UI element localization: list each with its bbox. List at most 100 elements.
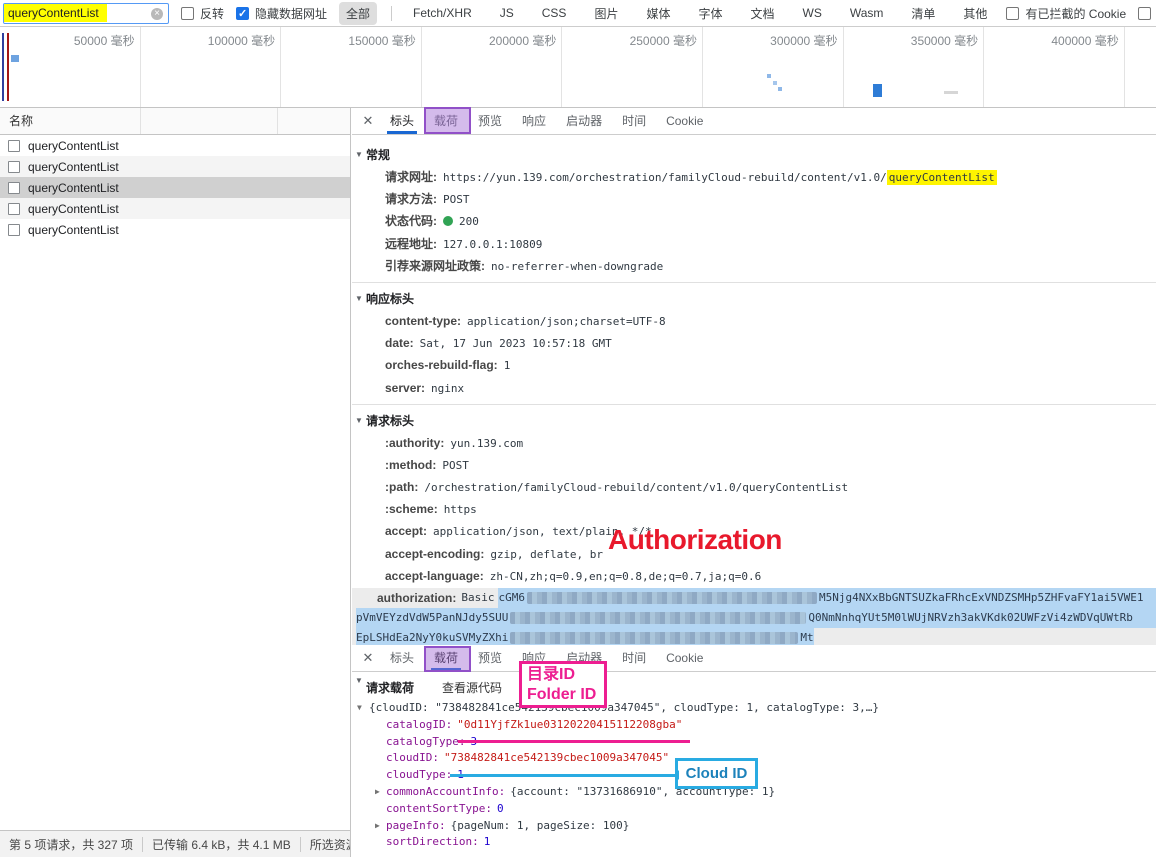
clear-filter-icon[interactable] bbox=[151, 8, 163, 20]
request-header-row: :scheme:https bbox=[352, 498, 1156, 520]
request-activity-mark bbox=[767, 74, 771, 78]
filter-wasm[interactable]: Wasm bbox=[843, 3, 891, 23]
timeline-tick: 400000 毫秒 bbox=[984, 27, 1125, 107]
column-divider bbox=[140, 108, 141, 134]
name-column-header[interactable]: 名称 bbox=[0, 108, 350, 135]
annotation-folder-id-box: 目录ID Folder ID bbox=[519, 661, 607, 708]
checkbox-icon[interactable] bbox=[8, 203, 20, 215]
timeline-filler bbox=[1125, 27, 1156, 107]
filter-css[interactable]: CSS bbox=[535, 3, 574, 23]
json-entry-catalogid: catalogID:"0d11YjfZk1ue03120220415112208… bbox=[352, 717, 1156, 734]
hide-data-urls-checkbox[interactable]: 隐藏数据网址 bbox=[236, 5, 327, 22]
filter-other[interactable]: 其他 bbox=[956, 2, 994, 25]
section-general[interactable]: 常规 bbox=[352, 144, 1156, 166]
json-entry-sortdirection: sortDirection:1 bbox=[352, 834, 1156, 851]
timeline-tick: 150000 毫秒 bbox=[281, 27, 422, 107]
filter-font[interactable]: 字体 bbox=[691, 2, 729, 25]
network-status-bar: 第 5 项请求，共 327 项 已传输 6.4 kB，共 4.1 MB 所选资源 bbox=[0, 830, 351, 857]
close-icon[interactable] bbox=[358, 113, 378, 129]
invert-checkbox[interactable]: 反转 bbox=[181, 5, 224, 22]
divider bbox=[391, 6, 392, 21]
filter-doc[interactable]: 文档 bbox=[743, 2, 781, 25]
filter-all[interactable]: 全部 bbox=[339, 2, 377, 25]
request-row[interactable]: queryContentList bbox=[0, 135, 350, 156]
request-activity-mark bbox=[944, 91, 958, 94]
annotation-authorization-label: Authorization bbox=[608, 524, 782, 556]
request-row[interactable]: queryContentList bbox=[0, 156, 350, 177]
filter-fetch-xhr[interactable]: Fetch/XHR bbox=[406, 3, 479, 23]
response-header-row: date:Sat, 17 Jun 2023 10:57:18 GMT bbox=[352, 332, 1156, 354]
filter-media[interactable]: 媒体 bbox=[639, 2, 677, 25]
selected-auth-text: pVmVEYzdVdW5PanNJdy5SUU Q0NmNnhqYUt5M0lW… bbox=[356, 608, 1156, 628]
tab-preview[interactable]: 预览 bbox=[468, 645, 512, 671]
network-filter-input[interactable]: queryContentList bbox=[3, 3, 169, 24]
tab-preview[interactable]: 预览 bbox=[468, 108, 512, 134]
request-row[interactable]: queryContentList bbox=[0, 219, 350, 240]
headers-pane: 常规 请求网址:https://yun.139.com/orchestratio… bbox=[352, 135, 1156, 645]
checkbox-icon bbox=[181, 7, 194, 20]
resource-type-filters: 全部 Fetch/XHR JS CSS 图片 媒体 字体 文档 WS Wasm … bbox=[339, 2, 994, 25]
tab-headers[interactable]: 标头 bbox=[380, 645, 424, 671]
triangle-right-icon bbox=[375, 818, 380, 835]
column-divider bbox=[277, 108, 278, 134]
tab-initiator[interactable]: 启动器 bbox=[556, 108, 612, 134]
blocked-requests-checkbox[interactable]: 被屏蔽的请求 bbox=[1138, 5, 1156, 22]
domcontentloaded-marker bbox=[2, 33, 4, 101]
checkbox-icon[interactable] bbox=[8, 224, 20, 236]
json-entry-contentsorttype: contentSortType:0 bbox=[352, 801, 1156, 818]
annotation-payload-tab-box-bottom bbox=[424, 646, 471, 672]
header-row-method: 请求方法:POST bbox=[352, 188, 1156, 210]
timeline-tick: 100000 毫秒 bbox=[141, 27, 282, 107]
annotation-catalogid-underline bbox=[458, 740, 690, 743]
checkbox-icon[interactable] bbox=[8, 140, 20, 152]
header-row-referrer-policy: 引荐来源网址政策:no-referrer-when-downgrade bbox=[352, 255, 1156, 277]
checkbox-icon bbox=[1138, 7, 1151, 20]
network-overview-timeline[interactable]: 50000 毫秒 100000 毫秒 150000 毫秒 200000 毫秒 2… bbox=[0, 27, 1156, 108]
triangle-down-icon bbox=[355, 410, 363, 432]
authorization-header-row: authorization: Basic cGM6 M5Njg4NXxBbGNT… bbox=[352, 588, 1156, 645]
load-event-marker bbox=[7, 33, 9, 101]
response-header-row: server:nginx bbox=[352, 377, 1156, 399]
checkbox-icon bbox=[1006, 7, 1019, 20]
close-icon[interactable] bbox=[358, 650, 378, 666]
annotation-payload-tab-box-top bbox=[424, 107, 471, 134]
detail-tabbar-headers: 标头 载荷 预览 响应 启动器 时间 Cookie bbox=[352, 108, 1156, 135]
blocked-cookies-checkbox[interactable]: 有已拦截的 Cookie bbox=[1006, 5, 1126, 22]
timeline-tick: 200000 毫秒 bbox=[422, 27, 563, 107]
selected-auth-text: EpLSHdEa2NyY0kuSVMyZXhi Mt bbox=[356, 628, 814, 645]
request-row-selected[interactable]: queryContentList bbox=[0, 177, 350, 198]
triangle-right-icon bbox=[375, 784, 380, 801]
filter-ws[interactable]: WS bbox=[796, 3, 829, 23]
tab-headers[interactable]: 标头 bbox=[380, 108, 424, 134]
tab-timing[interactable]: 时间 bbox=[612, 645, 656, 671]
tab-cookie[interactable]: Cookie bbox=[656, 108, 713, 134]
timeline-tick: 50000 毫秒 bbox=[0, 27, 141, 107]
checkbox-icon[interactable] bbox=[8, 182, 20, 194]
json-entry-pageinfo[interactable]: pageInfo:{pageNum: 1, pageSize: 100} bbox=[352, 818, 1156, 835]
request-header-row: :method:POST bbox=[352, 454, 1156, 476]
request-activity-mark bbox=[778, 87, 782, 91]
response-header-row: orches-rebuild-flag:1 bbox=[352, 354, 1156, 376]
filter-img[interactable]: 图片 bbox=[587, 2, 625, 25]
filter-js[interactable]: JS bbox=[493, 3, 521, 23]
tab-timing[interactable]: 时间 bbox=[612, 108, 656, 134]
tab-cookie[interactable]: Cookie bbox=[656, 645, 713, 671]
redacted-auth-segment bbox=[510, 612, 806, 624]
request-header-row: :path:/orchestration/familyCloud-rebuild… bbox=[352, 476, 1156, 498]
section-request-headers[interactable]: 请求标头 bbox=[352, 410, 1156, 432]
network-filter-toolbar: queryContentList 反转 隐藏数据网址 全部 Fetch/XHR … bbox=[0, 0, 1156, 27]
tab-response[interactable]: 响应 bbox=[512, 108, 556, 134]
view-source-button[interactable]: 查看源代码 bbox=[442, 679, 502, 696]
header-row-remote: 远程地址:127.0.0.1:10809 bbox=[352, 233, 1156, 255]
detail-tabbar-payload: 标头 载荷 预览 响应 启动器 时间 Cookie bbox=[352, 645, 1156, 672]
json-root-preview[interactable]: {cloudID: "738482841ce542139cbec1009a347… bbox=[352, 700, 1156, 717]
triangle-down-icon bbox=[355, 676, 363, 685]
request-url: https://yun.139.com/orchestration/family… bbox=[443, 171, 887, 184]
checkbox-icon[interactable] bbox=[8, 161, 20, 173]
header-row-status: 状态代码:200 bbox=[352, 210, 1156, 232]
request-row[interactable]: queryContentList bbox=[0, 198, 350, 219]
section-response-headers[interactable]: 响应标头 bbox=[352, 288, 1156, 310]
request-payload-title[interactable]: 请求载荷 bbox=[352, 679, 414, 696]
filter-manifest[interactable]: 清单 bbox=[904, 2, 942, 25]
transferred-size: 已传输 6.4 kB，共 4.1 MB bbox=[143, 836, 300, 853]
